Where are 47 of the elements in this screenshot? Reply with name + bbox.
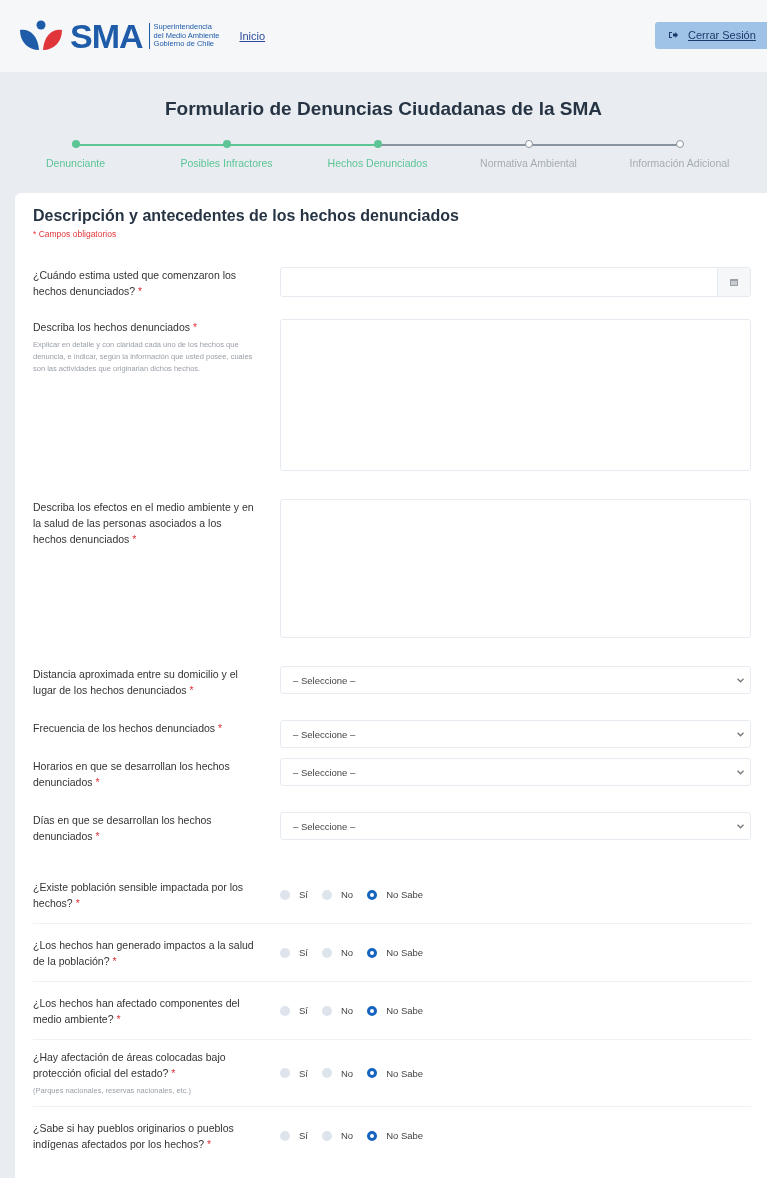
select-field[interactable]: – Seleccione – [280,666,751,694]
radio-option[interactable]: Sí [280,947,308,958]
text-area[interactable] [280,499,751,638]
field-label: ¿Existe población sensible impactada por los hechos? * [33,879,245,911]
chevron-down-icon [737,823,744,829]
radio-option[interactable]: No [322,1067,354,1079]
chevron-down-icon [737,769,744,775]
radio-option[interactable]: Sí [280,1067,308,1079]
logout-button[interactable]: Cerrar Sesión [655,21,767,49]
required-note: * Campos obligatorios [33,229,118,239]
field-label: ¿Hay afectación de áreas colocadas bajo protección oficial del estado? * [33,1050,227,1081]
page-title: Formulario de Denuncias Ciudadanas de la SMA [163,97,604,121]
field-label: ¿Los hechos han afectado componentes del medio ambiente? * [33,995,241,1027]
chevron-down-icon [737,677,744,683]
field-label: Horarios en que se desarrollan los hechos denunciados * [33,759,231,790]
sign-out-icon [669,31,678,39]
select-field[interactable]: – Seleccione – [280,812,751,840]
section-title: Descripción y antecedentes de los hechos denunciados [33,207,460,225]
field-label: Describa los efectos en el medio ambiente y en la salud de las personas asociados a los hechos denunciados * [33,500,255,547]
field-label: ¿Cuándo estima usted que comenzaron los hechos denunciados? * [33,268,238,299]
calendar-icon [730,278,738,286]
field-label: Frecuencia de los hechos denunciados * [33,721,224,736]
radio-option[interactable]: No Sabe [367,1067,424,1079]
text-area[interactable] [280,319,751,471]
radio-option[interactable]: Sí [280,889,308,900]
chevron-down-icon [737,731,744,737]
radio-option[interactable]: No Sabe [367,889,424,900]
radio-option[interactable]: Sí [280,1005,308,1016]
radio-option[interactable]: Sí [280,1130,308,1141]
logo-text: SMA [70,16,143,56]
field-label: ¿Los hechos han generado impactos a la salud de la población? * [33,937,255,969]
radio-option[interactable]: No [322,889,354,900]
select-field[interactable]: – Seleccione – [280,758,751,786]
radio-option[interactable]: No [322,947,354,958]
radio-option[interactable]: No [322,1005,354,1016]
field-label: Distancia aproximada entre su domicilio y el lugar de los hechos denunciados * [33,667,239,698]
date-field[interactable] [280,267,751,297]
field-label: Describa los hechos denunciados * [33,320,199,335]
radio-option[interactable]: No Sabe [367,947,424,958]
radio-option[interactable]: No [322,1130,354,1141]
select-field[interactable]: – Seleccione – [280,720,751,748]
field-label: Días en que se desarrollan los hechos denunciados * [33,813,213,844]
field-label: ¿Sabe si hay pueblos originarios o pueblos indígenas afectados por los hechos? * [33,1120,235,1152]
logo-icon [18,20,64,52]
radio-option[interactable]: No Sabe [367,1130,424,1141]
home-link[interactable]: Inicio [239,30,266,42]
radio-option[interactable]: No Sabe [367,1005,424,1016]
